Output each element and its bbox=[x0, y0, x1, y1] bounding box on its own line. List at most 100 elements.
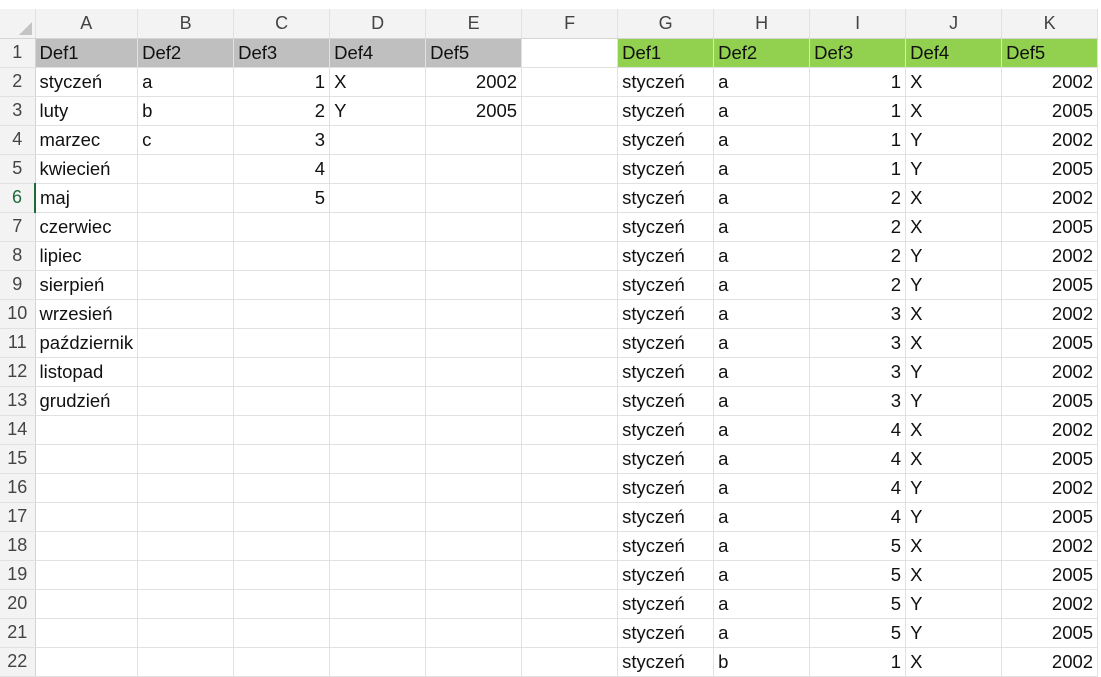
cell-J5[interactable]: Y bbox=[905, 154, 1003, 184]
cell-B12[interactable] bbox=[137, 357, 235, 387]
cell-G12[interactable]: styczeń bbox=[617, 357, 715, 387]
cell-B4[interactable]: c bbox=[137, 125, 235, 155]
cell-A5[interactable]: kwiecień bbox=[35, 154, 139, 184]
cell-I12[interactable]: 3 bbox=[809, 357, 907, 387]
cell-E9[interactable] bbox=[425, 270, 523, 300]
cell-A7[interactable]: czerwiec bbox=[35, 212, 139, 242]
cell-H19[interactable]: a bbox=[713, 560, 811, 590]
cell-K16[interactable]: 2002 bbox=[1001, 473, 1099, 503]
cell-B10[interactable] bbox=[137, 299, 235, 329]
row-header[interactable]: 19 bbox=[0, 560, 36, 590]
column-header-C[interactable]: C bbox=[233, 9, 331, 39]
cell-F18[interactable] bbox=[521, 531, 619, 561]
cell-A12[interactable]: listopad bbox=[35, 357, 139, 387]
cell-A9[interactable]: sierpień bbox=[35, 270, 139, 300]
cell-G4[interactable]: styczeń bbox=[617, 125, 715, 155]
cell-B15[interactable] bbox=[137, 444, 235, 474]
cell-H22[interactable]: b bbox=[713, 647, 811, 677]
cell-J16[interactable]: Y bbox=[905, 473, 1003, 503]
cell-F8[interactable] bbox=[521, 241, 619, 271]
cell-E22[interactable] bbox=[425, 647, 523, 677]
row-header[interactable]: 5 bbox=[0, 154, 36, 184]
cell-H7[interactable]: a bbox=[713, 212, 811, 242]
cell-I11[interactable]: 3 bbox=[809, 328, 907, 358]
cell-D18[interactable] bbox=[329, 531, 427, 561]
cell-A17[interactable] bbox=[35, 502, 139, 532]
cell-J8[interactable]: Y bbox=[905, 241, 1003, 271]
cell-J7[interactable]: X bbox=[905, 212, 1003, 242]
cell-H11[interactable]: a bbox=[713, 328, 811, 358]
cell-G6[interactable]: styczeń bbox=[617, 183, 715, 213]
cell-G18[interactable]: styczeń bbox=[617, 531, 715, 561]
spreadsheet-grid[interactable]: A B C D E F G H I J K 1 Def1 Def2 Def3 Def4 D… bbox=[0, 9, 1099, 677]
cell-E6[interactable] bbox=[425, 183, 523, 213]
cell-B8[interactable] bbox=[137, 241, 235, 271]
cell-H17[interactable]: a bbox=[713, 502, 811, 532]
column-header-D[interactable]: D bbox=[329, 9, 427, 39]
cell-A19[interactable] bbox=[35, 560, 139, 590]
cell-D9[interactable] bbox=[329, 270, 427, 300]
cell-F21[interactable] bbox=[521, 618, 619, 648]
row-header[interactable]: 16 bbox=[0, 473, 36, 503]
row-header[interactable]: 8 bbox=[0, 241, 36, 271]
cell-D1[interactable]: Def4 bbox=[329, 38, 427, 68]
cell-F19[interactable] bbox=[521, 560, 619, 590]
cell-I2[interactable]: 1 bbox=[809, 67, 907, 97]
cell-C9[interactable] bbox=[233, 270, 331, 300]
cell-G5[interactable]: styczeń bbox=[617, 154, 715, 184]
cell-C11[interactable] bbox=[233, 328, 331, 358]
cell-C18[interactable] bbox=[233, 531, 331, 561]
cell-E14[interactable] bbox=[425, 415, 523, 445]
cell-F7[interactable] bbox=[521, 212, 619, 242]
cell-E7[interactable] bbox=[425, 212, 523, 242]
row-header[interactable]: 15 bbox=[0, 444, 36, 474]
cell-H8[interactable]: a bbox=[713, 241, 811, 271]
cell-I13[interactable]: 3 bbox=[809, 386, 907, 416]
cell-F20[interactable] bbox=[521, 589, 619, 619]
cell-D8[interactable] bbox=[329, 241, 427, 271]
row-header[interactable]: 13 bbox=[0, 386, 36, 416]
row-header[interactable]: 7 bbox=[0, 212, 36, 242]
cell-A15[interactable] bbox=[35, 444, 139, 474]
cell-F6[interactable] bbox=[521, 183, 619, 213]
cell-D15[interactable] bbox=[329, 444, 427, 474]
cell-E20[interactable] bbox=[425, 589, 523, 619]
cell-G8[interactable]: styczeń bbox=[617, 241, 715, 271]
cell-C12[interactable] bbox=[233, 357, 331, 387]
cell-E2[interactable]: 2002 bbox=[425, 67, 523, 97]
cell-J10[interactable]: X bbox=[905, 299, 1003, 329]
cell-J1[interactable]: Def4 bbox=[905, 38, 1003, 68]
column-header-H[interactable]: H bbox=[713, 9, 811, 39]
cell-K17[interactable]: 2005 bbox=[1001, 502, 1099, 532]
cell-K19[interactable]: 2005 bbox=[1001, 560, 1099, 590]
cell-A16[interactable] bbox=[35, 473, 139, 503]
cell-D4[interactable] bbox=[329, 125, 427, 155]
cell-J14[interactable]: X bbox=[905, 415, 1003, 445]
cell-A18[interactable] bbox=[35, 531, 139, 561]
cell-B6[interactable] bbox=[137, 183, 235, 213]
cell-A10[interactable]: wrzesień bbox=[35, 299, 139, 329]
cell-J12[interactable]: Y bbox=[905, 357, 1003, 387]
cell-B22[interactable] bbox=[137, 647, 235, 677]
cell-G1[interactable]: Def1 bbox=[617, 38, 715, 68]
cell-H10[interactable]: a bbox=[713, 299, 811, 329]
row-header[interactable]: 20 bbox=[0, 589, 36, 619]
cell-C10[interactable] bbox=[233, 299, 331, 329]
cell-I7[interactable]: 2 bbox=[809, 212, 907, 242]
cell-G19[interactable]: styczeń bbox=[617, 560, 715, 590]
cell-B11[interactable] bbox=[137, 328, 235, 358]
column-header-F[interactable]: F bbox=[521, 9, 619, 39]
cell-C1[interactable]: Def3 bbox=[233, 38, 331, 68]
cell-D11[interactable] bbox=[329, 328, 427, 358]
cell-D6[interactable] bbox=[329, 183, 427, 213]
row-header[interactable]: 22 bbox=[0, 647, 36, 677]
cell-D16[interactable] bbox=[329, 473, 427, 503]
cell-C13[interactable] bbox=[233, 386, 331, 416]
cell-E18[interactable] bbox=[425, 531, 523, 561]
cell-A13[interactable]: grudzień bbox=[35, 386, 139, 416]
cell-F15[interactable] bbox=[521, 444, 619, 474]
cell-I16[interactable]: 4 bbox=[809, 473, 907, 503]
cell-H2[interactable]: a bbox=[713, 67, 811, 97]
cell-C15[interactable] bbox=[233, 444, 331, 474]
cell-B13[interactable] bbox=[137, 386, 235, 416]
